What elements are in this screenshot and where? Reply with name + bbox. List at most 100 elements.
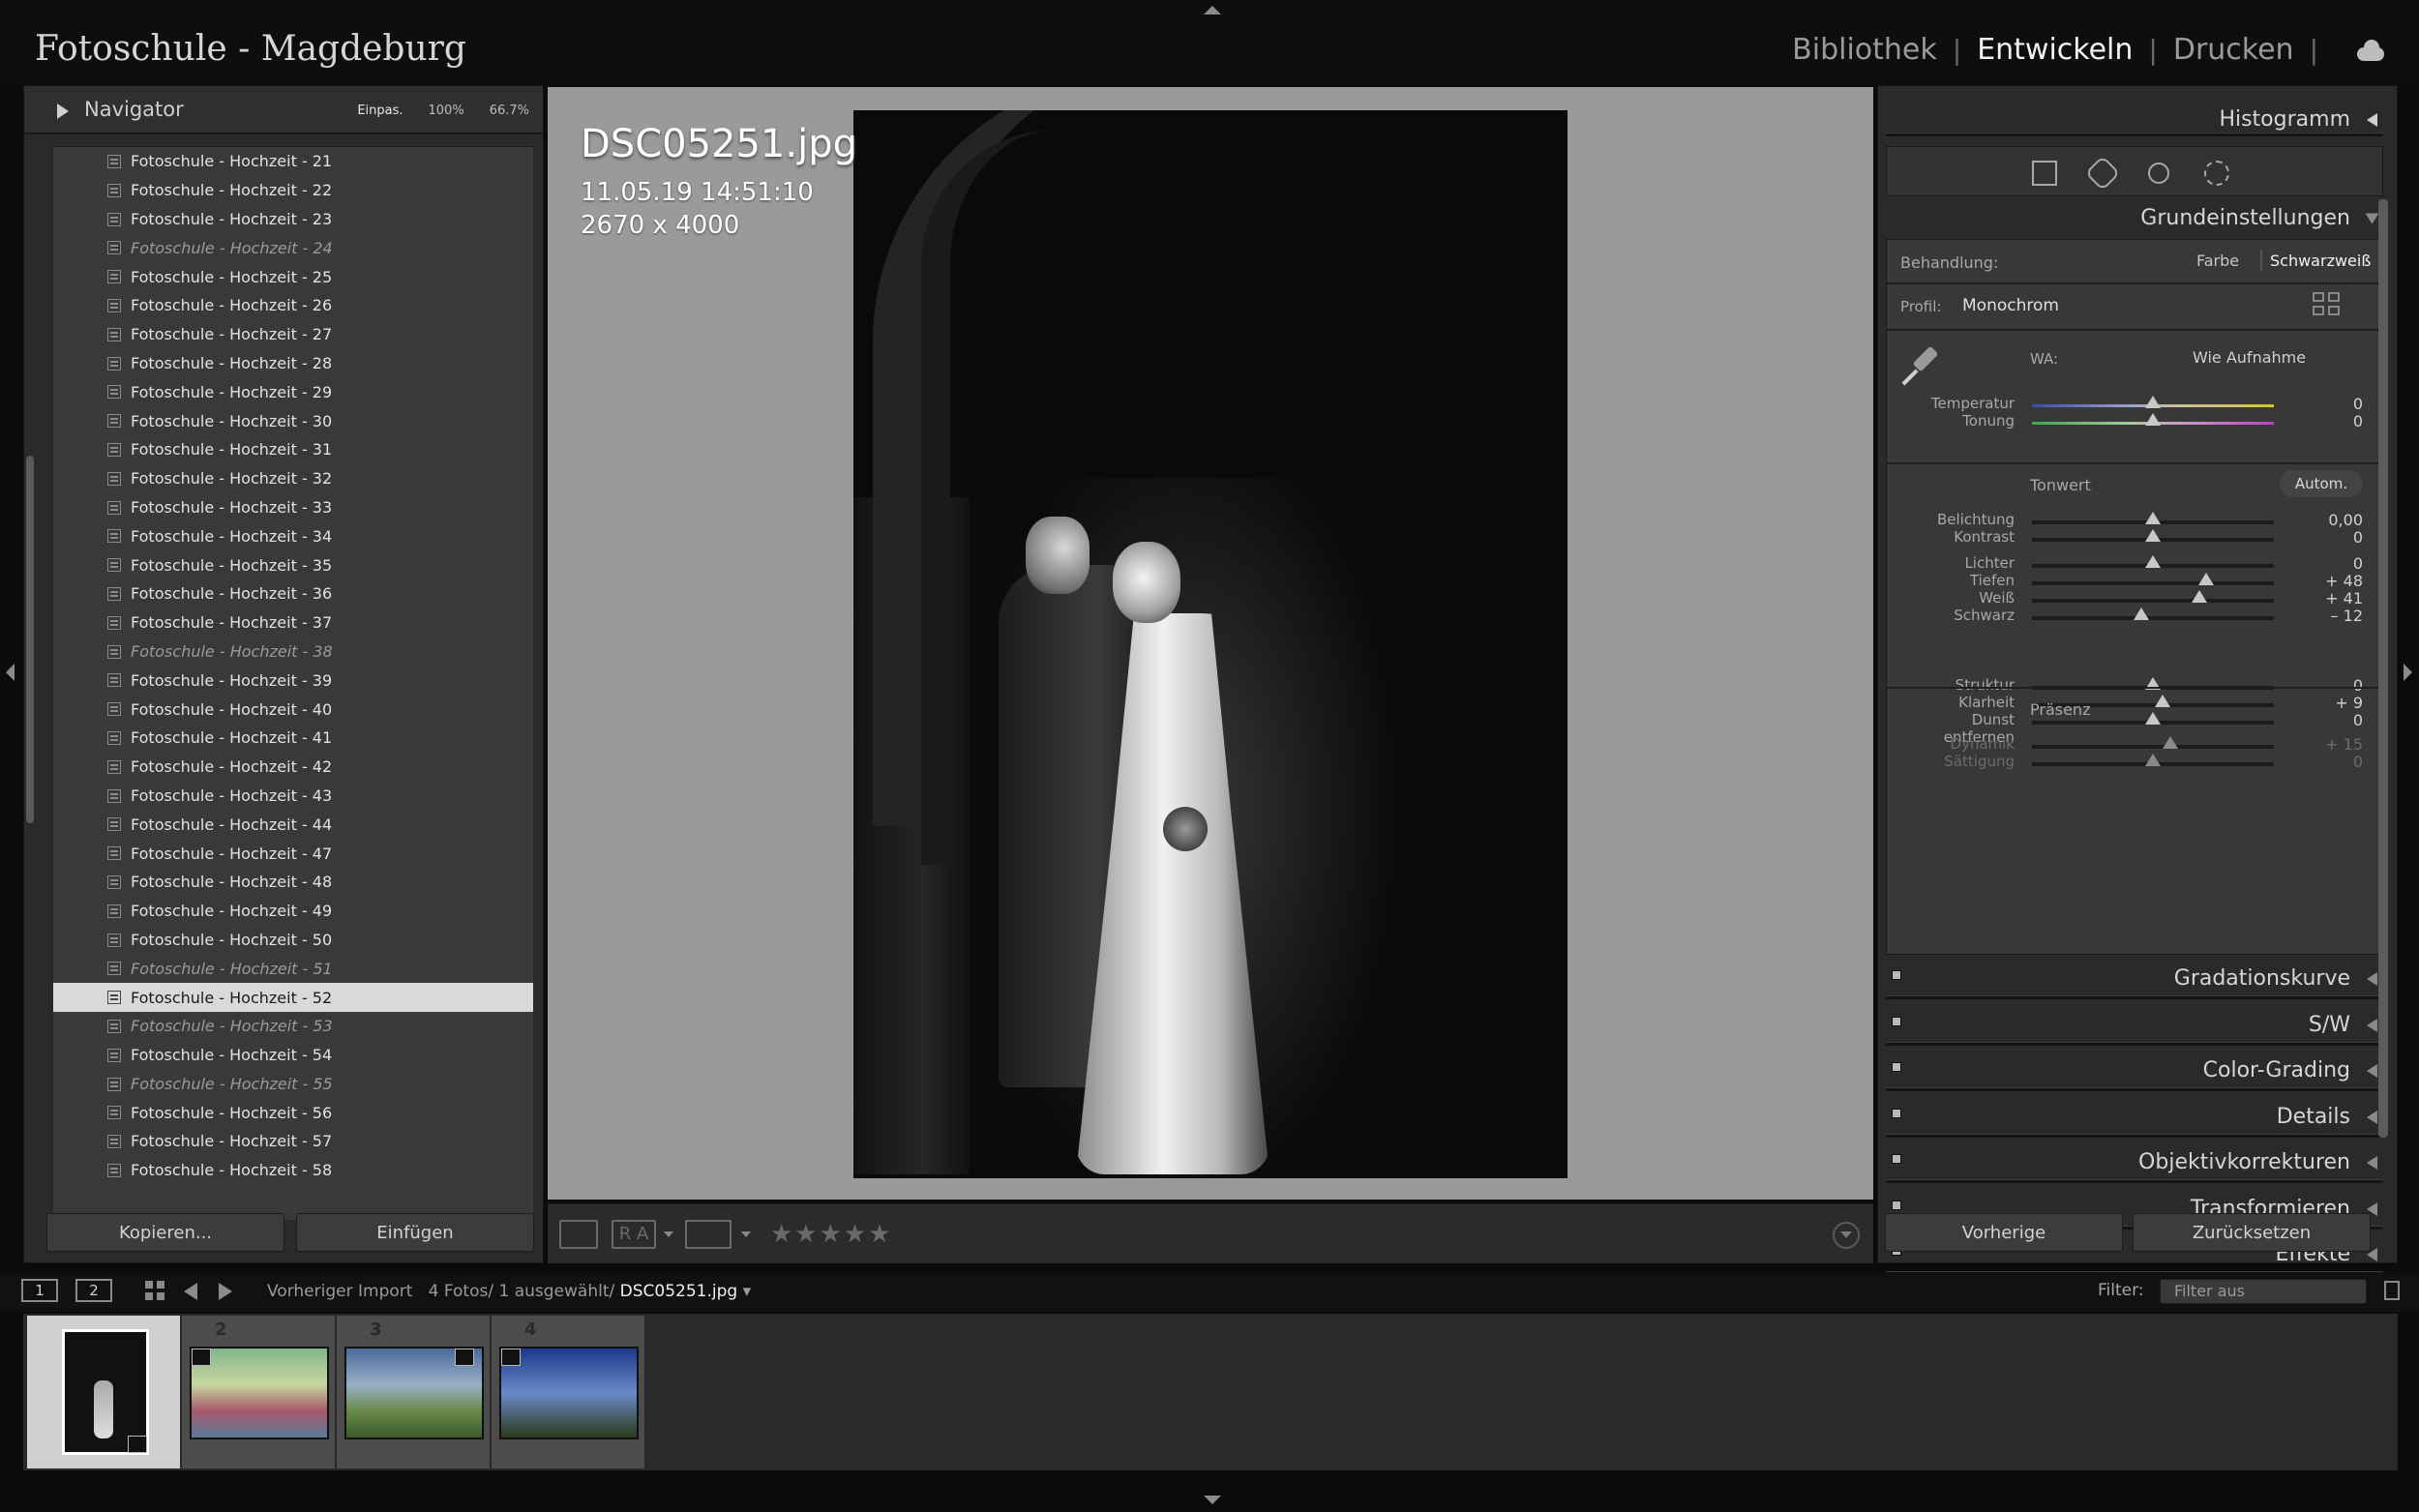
preset-item[interactable]: Fotoschule - Hochzeit - 24 (53, 233, 533, 262)
slider-track[interactable] (2032, 590, 2274, 603)
preset-item[interactable]: Fotoschule - Hochzeit - 32 (53, 464, 533, 493)
slider-value[interactable]: 0 (2295, 395, 2363, 413)
treatment-color-option[interactable]: Farbe (2196, 252, 2239, 270)
preset-item[interactable]: Fotoschule - Hochzeit - 58 (53, 1156, 533, 1185)
image-view[interactable] (548, 87, 1873, 1200)
slider-thumb[interactable] (2145, 555, 2161, 568)
forward-arrow-icon[interactable] (219, 1283, 232, 1300)
auto-tone-button[interactable]: Autom. (2280, 470, 2363, 497)
preset-item[interactable]: Fotoschule - Hochzeit - 39 (53, 666, 533, 695)
slider-thumb[interactable] (2133, 608, 2149, 620)
slider-value[interactable]: 0 (2295, 412, 2363, 430)
previous-button[interactable]: Vorherige (1885, 1213, 2123, 1252)
soft-proof-dropdown-icon[interactable] (741, 1231, 751, 1237)
preset-item[interactable]: Fotoschule - Hochzeit - 37 (53, 608, 533, 637)
module-print[interactable]: Drucken (2173, 33, 2294, 67)
slider-value[interactable]: 0 (2295, 753, 2363, 771)
preset-item[interactable]: Fotoschule - Hochzeit - 53 (53, 1012, 533, 1041)
slider-value[interactable]: + 9 (2295, 694, 2363, 712)
profile-browser-icon[interactable] (2313, 292, 2342, 317)
preset-item[interactable]: Fotoschule - Hochzeit - 47 (53, 839, 533, 868)
filter-lock-icon[interactable] (2384, 1281, 2400, 1300)
slider-value[interactable]: 0 (2295, 711, 2363, 729)
panel-toggle-switch[interactable] (1892, 1062, 1901, 1072)
slider-track[interactable] (2032, 754, 2274, 766)
eyedropper-icon[interactable] (1901, 344, 1941, 389)
basic-panel-header[interactable]: Grundeinstellungen (1886, 196, 2383, 241)
slider-track[interactable] (2032, 512, 2274, 524)
disclosure-triangle-icon[interactable] (2365, 213, 2379, 224)
panel-toggle-switch[interactable] (1892, 1108, 1901, 1118)
filmstrip-cell[interactable]: 2 (182, 1316, 335, 1468)
module-library[interactable]: Bibliothek (1792, 33, 1937, 67)
zoom-fit[interactable]: Einpas. (357, 104, 403, 118)
toolbar-menu-icon[interactable] (1833, 1222, 1860, 1249)
slider-track[interactable] (2032, 608, 2274, 620)
star-rating[interactable]: ★★★★★ (770, 1220, 893, 1249)
slider-value[interactable]: 0,00 (2295, 511, 2363, 529)
slider-thumb[interactable] (2191, 590, 2207, 603)
preset-item[interactable]: Fotoschule - Hochzeit - 44 (53, 810, 533, 839)
preset-item[interactable]: Fotoschule - Hochzeit - 36 (53, 579, 533, 608)
preset-item[interactable]: Fotoschule - Hochzeit - 35 (53, 550, 533, 579)
preset-item[interactable]: Fotoschule - Hochzeit - 26 (53, 291, 533, 320)
panel-toggle-switch[interactable] (1892, 970, 1901, 980)
panel-toggle-switch[interactable] (1892, 1154, 1901, 1164)
slider-thumb[interactable] (2145, 754, 2161, 766)
preset-item[interactable]: Fotoschule - Hochzeit - 55 (53, 1070, 533, 1099)
filmstrip-cell[interactable]: 3 (337, 1316, 490, 1468)
disclosure-triangle-icon[interactable] (2367, 113, 2377, 127)
preset-item[interactable]: Fotoschule - Hochzeit - 25 (53, 262, 533, 291)
slider-thumb[interactable] (2198, 573, 2214, 585)
preset-item[interactable]: Fotoschule - Hochzeit - 31 (53, 435, 533, 464)
slider-thumb[interactable] (2145, 512, 2161, 524)
preset-item[interactable]: Fotoschule - Hochzeit - 40 (53, 695, 533, 724)
second-window-button[interactable]: 2 (75, 1279, 112, 1302)
reset-button[interactable]: Zurücksetzen (2133, 1213, 2371, 1252)
wb-select[interactable]: Wie Aufnahme (2193, 348, 2306, 367)
slider-value[interactable]: + 15 (2295, 735, 2363, 754)
disclosure-triangle-icon[interactable] (57, 104, 69, 119)
slider-value[interactable]: 0 (2295, 554, 2363, 573)
preset-item[interactable]: Fotoschule - Hochzeit - 49 (53, 897, 533, 926)
slider-value[interactable]: 0 (2295, 676, 2363, 695)
disclosure-triangle-icon[interactable] (2367, 1018, 2377, 1032)
preset-item[interactable]: Fotoschule - Hochzeit - 28 (53, 349, 533, 378)
slider-value[interactable]: + 48 (2295, 572, 2363, 590)
preset-item[interactable]: Fotoschule - Hochzeit - 38 (53, 637, 533, 667)
preset-item[interactable]: Fotoschule - Hochzeit - 22 (53, 176, 533, 205)
healing-icon[interactable] (2084, 155, 2121, 192)
collapse-right-icon[interactable] (2404, 664, 2412, 681)
filmstrip-source[interactable]: Vorheriger Import 4 Fotos/ 1 ausgewählt/… (267, 1282, 751, 1301)
slider-thumb[interactable] (2145, 413, 2161, 426)
slider-track[interactable] (2032, 736, 2274, 749)
preset-item[interactable]: Fotoschule - Hochzeit - 51 (53, 954, 533, 983)
preset-item[interactable]: Fotoschule - Hochzeit - 56 (53, 1098, 533, 1127)
disclosure-triangle-icon[interactable] (2367, 972, 2377, 986)
before-after-button[interactable]: R A (612, 1220, 656, 1249)
filter-select[interactable]: Filter aus (2160, 1279, 2367, 1304)
slider-track[interactable] (2032, 712, 2274, 725)
preset-item[interactable]: Fotoschule - Hochzeit - 42 (53, 753, 533, 782)
collapse-left-icon[interactable] (6, 664, 15, 681)
preset-item[interactable]: Fotoschule - Hochzeit - 54 (53, 1041, 533, 1070)
slider-track[interactable] (2032, 573, 2274, 585)
before-after-dropdown-icon[interactable] (664, 1231, 673, 1237)
preset-item[interactable]: Fotoschule - Hochzeit - 27 (53, 320, 533, 349)
treatment-bw-option[interactable]: Schwarzweiß (2270, 252, 2371, 270)
profile-select[interactable]: Monochrom (1962, 296, 2059, 315)
back-arrow-icon[interactable] (184, 1283, 197, 1300)
preset-item[interactable]: Fotoschule - Hochzeit - 33 (53, 493, 533, 522)
soft-proof-icon[interactable] (685, 1220, 732, 1249)
preset-item[interactable]: Fotoschule - Hochzeit - 57 (53, 1127, 533, 1156)
slider-value[interactable]: + 41 (2295, 589, 2363, 608)
panel-toggle-switch[interactable] (1892, 1016, 1901, 1026)
disclosure-triangle-icon[interactable] (2367, 1110, 2377, 1124)
slider-value[interactable]: – 12 (2295, 607, 2363, 625)
slider-value[interactable]: 0 (2295, 528, 2363, 547)
slider-track[interactable] (2032, 555, 2274, 568)
preset-item[interactable]: Fotoschule - Hochzeit - 21 (53, 147, 533, 176)
left-scrollbar[interactable] (26, 456, 34, 823)
preset-item[interactable]: Fotoschule - Hochzeit - 30 (53, 406, 533, 435)
preset-item[interactable]: Fotoschule - Hochzeit - 34 (53, 521, 533, 550)
